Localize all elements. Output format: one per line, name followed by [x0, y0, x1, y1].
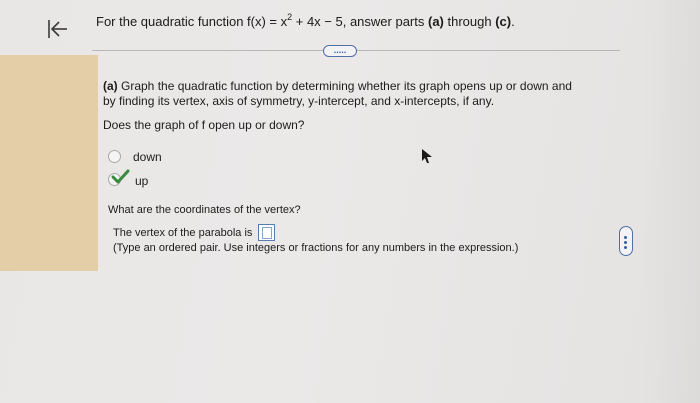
side-panel-handle[interactable] — [619, 226, 633, 256]
option-up-label[interactable]: up — [135, 174, 148, 188]
radio-down[interactable] — [108, 150, 121, 163]
open-direction-question: Does the graph of f open up or down? — [103, 118, 305, 132]
progress-highlight-band — [0, 55, 98, 271]
check-icon — [111, 169, 130, 184]
vertex-answer-input[interactable] — [258, 224, 275, 241]
part-a-instructions: (a) Graph the quadratic function by dete… — [103, 79, 572, 108]
option-down-label[interactable]: down — [133, 150, 162, 164]
vertex-question: What are the coordinates of the vertex? — [108, 204, 301, 216]
vertex-answer-prompt: The vertex of the parabola is — [113, 227, 253, 239]
page-edge-shadow — [640, 0, 700, 403]
more-button[interactable]: ..... — [323, 45, 357, 57]
answer-format-hint: (Type an ordered pair. Use integers or f… — [113, 242, 519, 254]
mouse-pointer-icon — [422, 149, 432, 163]
question-header: For the quadratic function f(x) = x2 + 4… — [96, 12, 515, 29]
first-page-icon[interactable] — [40, 12, 74, 46]
question-panel: For the quadratic function f(x) = x2 + 4… — [0, 0, 700, 403]
